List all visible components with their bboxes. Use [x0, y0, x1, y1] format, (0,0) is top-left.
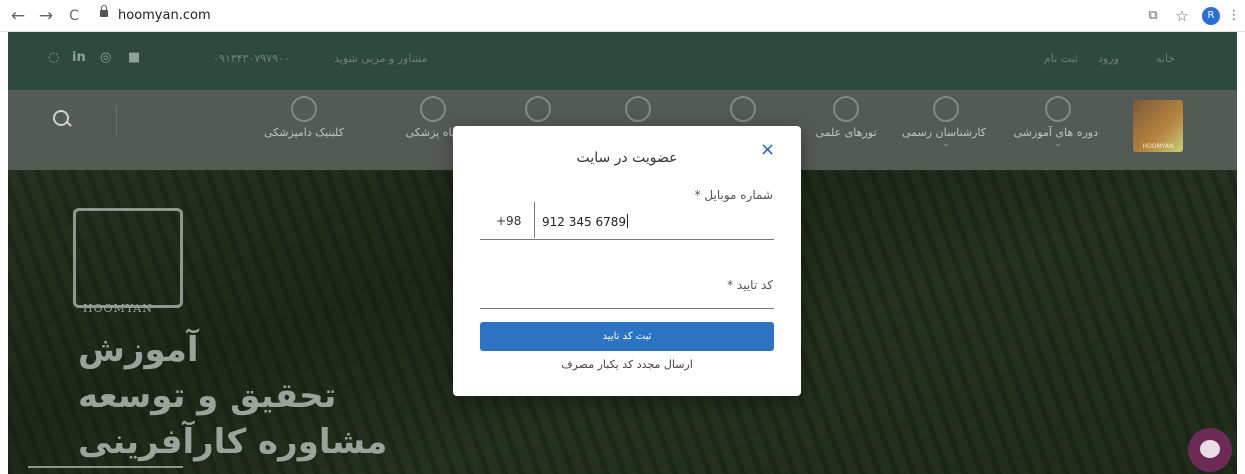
- back-icon[interactable]: ←: [8, 6, 28, 26]
- code-field-label: کد تایید *: [727, 278, 773, 292]
- home-link[interactable]: خانه: [1156, 52, 1175, 65]
- document-icon: [525, 96, 551, 122]
- register-link[interactable]: ثبت نام: [1044, 52, 1078, 65]
- instagram-icon[interactable]: ◎: [100, 50, 111, 65]
- nav-item-courses[interactable]: دوره های آموزشی ⌄: [1013, 96, 1098, 149]
- hero-heading-3: مشاوره کارآفرینی: [78, 422, 388, 462]
- translate-icon[interactable]: ⧉: [1145, 8, 1161, 24]
- browser-toolbar: ← → C hoomyan.com ⧉ ☆ R ⋮: [0, 0, 1245, 32]
- linkedin-icon[interactable]: in: [72, 50, 86, 65]
- nav-item-label: تورهای علمی: [815, 126, 877, 139]
- lightbulb-icon: [625, 96, 651, 122]
- verification-code-input[interactable]: [480, 308, 774, 309]
- hero-underline: [28, 466, 183, 468]
- bookmark-star-icon[interactable]: ☆: [1174, 8, 1190, 24]
- logo-text: HOOMYAN: [1142, 143, 1174, 150]
- nav-item-official-experts[interactable]: کارشناسان رسمی ⌄: [902, 96, 986, 149]
- modal-title: عضویت در سایت: [576, 150, 678, 166]
- nav-item-label: کارشناسان رسمی: [902, 126, 986, 139]
- reload-icon[interactable]: C: [64, 6, 84, 26]
- country-code[interactable]: +98: [496, 214, 521, 228]
- chat-widget-icon[interactable]: [1188, 428, 1232, 472]
- hero-logo-text: HOOMYAN: [83, 302, 153, 315]
- group-icon: [730, 96, 756, 122]
- divider: [116, 106, 117, 136]
- signup-modal: × عضویت در سایت شماره موبایل * +98 912 3…: [453, 126, 801, 396]
- phone-input[interactable]: 912 345 6789: [542, 214, 628, 229]
- field-divider: [534, 202, 535, 238]
- text-cursor: [626, 214, 628, 228]
- scales-icon: [933, 96, 959, 122]
- top-bar: ◌ in ◎ ■ ۰۹۱۳۴۳۰۷۹۷۹۰۰ مشاور و مربی شوید…: [8, 32, 1237, 90]
- forward-icon[interactable]: →: [36, 6, 56, 26]
- address-bar[interactable]: hoomyan.com: [118, 5, 211, 27]
- hero-logo: [73, 208, 183, 308]
- nav-item-scientific-tours[interactable]: تورهای علمی: [806, 96, 886, 139]
- nav-item-vet-clinic[interactable]: کلینیک دامپزشکی: [264, 96, 344, 139]
- hero-heading-1: آموزش: [78, 330, 199, 370]
- video-icon[interactable]: ■: [128, 50, 140, 65]
- profile-avatar[interactable]: R: [1202, 7, 1220, 25]
- vet-clinic-icon: [291, 96, 317, 122]
- site-logo[interactable]: HOOMYAN: [1133, 100, 1183, 152]
- nav-item-label: کلینیک دامپزشکی: [264, 126, 344, 139]
- phone-field-label: شماره موبایل *: [694, 188, 773, 202]
- nav-item-hidden-2[interactable]: [598, 96, 678, 122]
- hero-heading-2: تحقیق و توسعه: [78, 376, 337, 416]
- chevron-down-icon: ⌄: [1054, 139, 1062, 149]
- nav-item-hidden-1[interactable]: [498, 96, 578, 122]
- search-icon[interactable]: [53, 110, 69, 126]
- resend-code-link[interactable]: ارسال مجدد کد یکبار مصرف: [453, 358, 801, 371]
- nav-item-label: دوره های آموزشی: [1013, 126, 1098, 139]
- login-link[interactable]: ورود: [1098, 52, 1119, 65]
- whatsapp-icon[interactable]: ◌: [48, 50, 59, 65]
- nav-item-hidden-3[interactable]: [703, 96, 783, 122]
- phone-input-underline: [480, 239, 774, 240]
- menu-dots-icon[interactable]: ⋮: [1226, 8, 1242, 24]
- website-page: ◌ in ◎ ■ ۰۹۱۳۴۳۰۷۹۷۹۰۰ مشاور و مربی شوید…: [0, 32, 1245, 474]
- chevron-down-icon: ⌄: [942, 139, 950, 149]
- become-consultant-link[interactable]: مشاور و مربی شوید: [334, 52, 427, 65]
- tours-icon: [833, 96, 859, 122]
- submit-code-button[interactable]: ثبت کد تایید: [480, 322, 774, 351]
- courses-icon: [1045, 96, 1071, 122]
- phone-number[interactable]: ۰۹۱۳۴۳۰۷۹۷۹۰۰: [213, 52, 290, 65]
- plant-medicine-icon: [420, 96, 446, 122]
- phone-input-value: 912 345 6789: [542, 215, 626, 229]
- lock-icon: [100, 5, 108, 17]
